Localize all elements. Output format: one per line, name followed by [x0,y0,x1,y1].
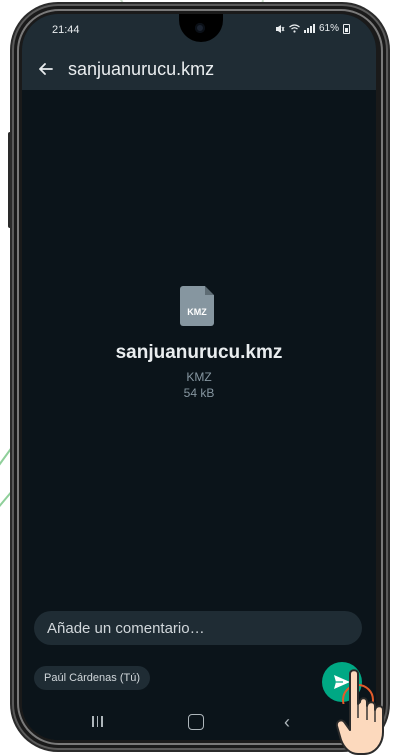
page-title: sanjuanurucu.kmz [68,58,215,79]
file-size: 54 kB [183,386,215,400]
comment-input[interactable]: Añade un comentario… [34,611,362,645]
stage: 21:44 61% sanjuanurucu.kmz KMZ sanjuanur… [0,0,416,756]
phone-screen: 21:44 61% sanjuanurucu.kmz KMZ sanjuanur… [22,14,376,740]
app-bar: sanjuanurucu.kmz [22,48,376,90]
system-nav-bar: ‹ [22,704,376,740]
pointing-hand-icon [336,669,384,755]
signal-icon [303,24,315,33]
decor-line [0,492,12,547]
wifi-icon [289,24,300,33]
recipient-chip[interactable]: Paúl Cárdenas (Tú) [34,666,150,690]
arrow-left-icon [39,63,53,75]
battery-percent: 61% [318,23,339,34]
mute-icon [275,24,285,33]
home-icon[interactable] [188,714,204,730]
file-icon-label: KMZ [187,307,207,317]
back-button[interactable] [26,48,66,90]
file-name: sanjuanurucu.kmz [115,342,283,363]
chevron-left-icon[interactable]: ‹ [284,712,290,733]
status-time: 21:44 [52,24,80,36]
status-icons: 61% [275,23,350,34]
file-preview: KMZ sanjuanurucu.kmz KMZ 54 kB [22,90,376,610]
comment-placeholder: Añade un comentario… [47,619,205,637]
front-camera [195,23,205,33]
battery-icon [343,23,350,34]
file-type: KMZ [186,370,212,384]
recipient-name: Paúl Cárdenas (Tú) [44,672,140,684]
kmz-file-icon: KMZ [180,286,214,326]
recents-icon[interactable] [92,716,103,727]
